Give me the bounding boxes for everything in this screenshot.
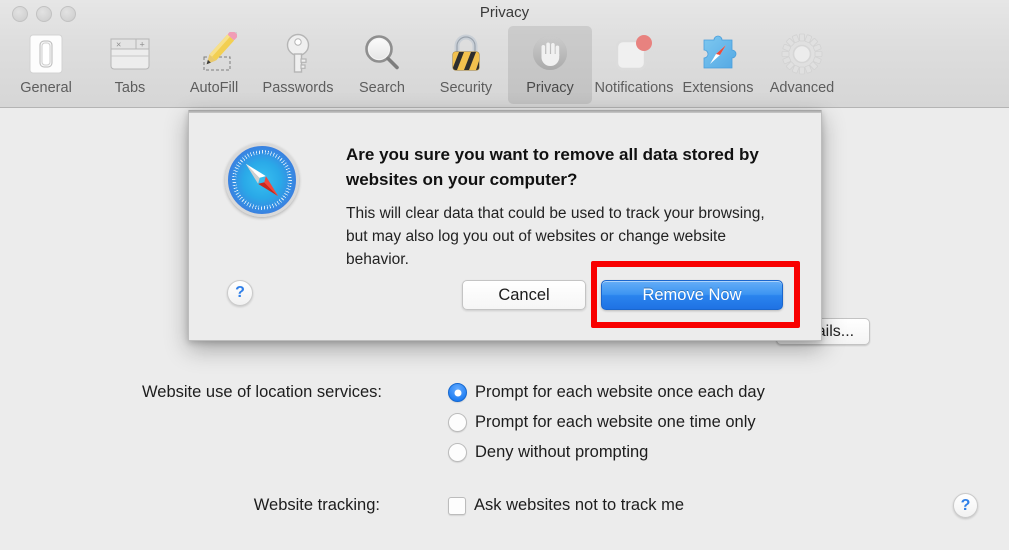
toolbar-item-label: Search xyxy=(359,80,405,96)
toolbar-item-notifications[interactable]: Notifications xyxy=(592,26,676,104)
svg-text:+: + xyxy=(140,40,145,50)
toolbar-item-passwords[interactable]: Passwords xyxy=(256,26,340,104)
toolbar-item-label: General xyxy=(20,80,72,96)
radio-indicator[interactable] xyxy=(448,383,467,402)
toolbar-item-label: Advanced xyxy=(769,80,835,96)
radio-indicator[interactable] xyxy=(448,443,467,462)
toolbar-item-label: AutoFill xyxy=(189,80,239,96)
notifications-icon xyxy=(610,31,658,77)
dialog-message: This will clear data that could be used … xyxy=(346,205,765,268)
sheet-top-edge xyxy=(189,110,821,113)
toolbar-item-label: Privacy xyxy=(526,80,574,96)
window-title: Privacy xyxy=(479,4,530,21)
svg-text:×: × xyxy=(116,40,121,50)
remove-now-button[interactable]: Remove Now xyxy=(601,280,783,310)
toolbar-item-label: Passwords xyxy=(262,80,334,96)
window-titlebar: Privacy General × + Tabs AutoFill Passwo… xyxy=(0,0,1009,108)
confirmation-dialog: Are you sure you want to remove all data… xyxy=(188,110,822,341)
radio-option-prompt-once-each-day[interactable]: Prompt for each website once each day xyxy=(448,383,765,402)
cancel-button[interactable]: Cancel xyxy=(462,280,586,310)
toolbar-item-tabs[interactable]: × + Tabs xyxy=(88,26,172,104)
radio-label: Prompt for each website once each day xyxy=(475,383,765,401)
help-button[interactable]: ? xyxy=(953,493,978,518)
toolbar-item-label: Extensions xyxy=(682,80,754,96)
extensions-icon xyxy=(694,31,742,77)
radio-label: Deny without prompting xyxy=(475,443,649,461)
toolbar-item-advanced[interactable]: Advanced xyxy=(760,26,844,104)
toolbar-item-autofill[interactable]: AutoFill xyxy=(172,26,256,104)
security-lock-icon xyxy=(442,31,490,77)
toolbar-item-security[interactable]: Security xyxy=(424,26,508,104)
general-icon xyxy=(22,31,70,77)
toolbar-item-label: Security xyxy=(439,80,493,96)
toolbar-item-label: Tabs xyxy=(114,80,146,96)
toolbar-item-label: Notifications xyxy=(594,80,674,96)
location-services-label: Website use of location services: xyxy=(142,383,382,401)
privacy-hand-icon xyxy=(526,31,574,77)
autofill-icon xyxy=(190,31,238,77)
advanced-gear-icon xyxy=(778,31,826,77)
toolbar-item-privacy[interactable]: Privacy xyxy=(508,26,592,104)
radio-option-prompt-one-time-only[interactable]: Prompt for each website one time only xyxy=(448,413,756,432)
search-icon xyxy=(358,31,406,77)
radio-indicator[interactable] xyxy=(448,413,467,432)
radio-label: Prompt for each website one time only xyxy=(475,413,756,431)
preferences-toolbar: General × + Tabs AutoFill Passwords Sear… xyxy=(0,26,1009,108)
dialog-title: Are you sure you want to remove all data… xyxy=(346,145,759,189)
website-tracking-label: Website tracking: xyxy=(253,496,380,514)
checkbox-ask-not-to-track[interactable]: Ask websites not to track me xyxy=(448,496,684,515)
preferences-window: Privacy General × + Tabs AutoFill Passwo… xyxy=(0,0,1009,550)
checkbox-label: Ask websites not to track me xyxy=(474,496,684,514)
checkbox-indicator[interactable] xyxy=(448,496,466,515)
safari-compass-icon xyxy=(225,143,299,217)
radio-option-deny-without-prompting[interactable]: Deny without prompting xyxy=(448,443,648,462)
toolbar-item-search[interactable]: Search xyxy=(340,26,424,104)
dialog-help-button[interactable]: ? xyxy=(227,280,253,306)
toolbar-item-general[interactable]: General xyxy=(4,26,88,104)
tabs-icon: × + xyxy=(106,31,154,77)
passwords-icon xyxy=(274,31,322,77)
toolbar-item-extensions[interactable]: Extensions xyxy=(676,26,760,104)
